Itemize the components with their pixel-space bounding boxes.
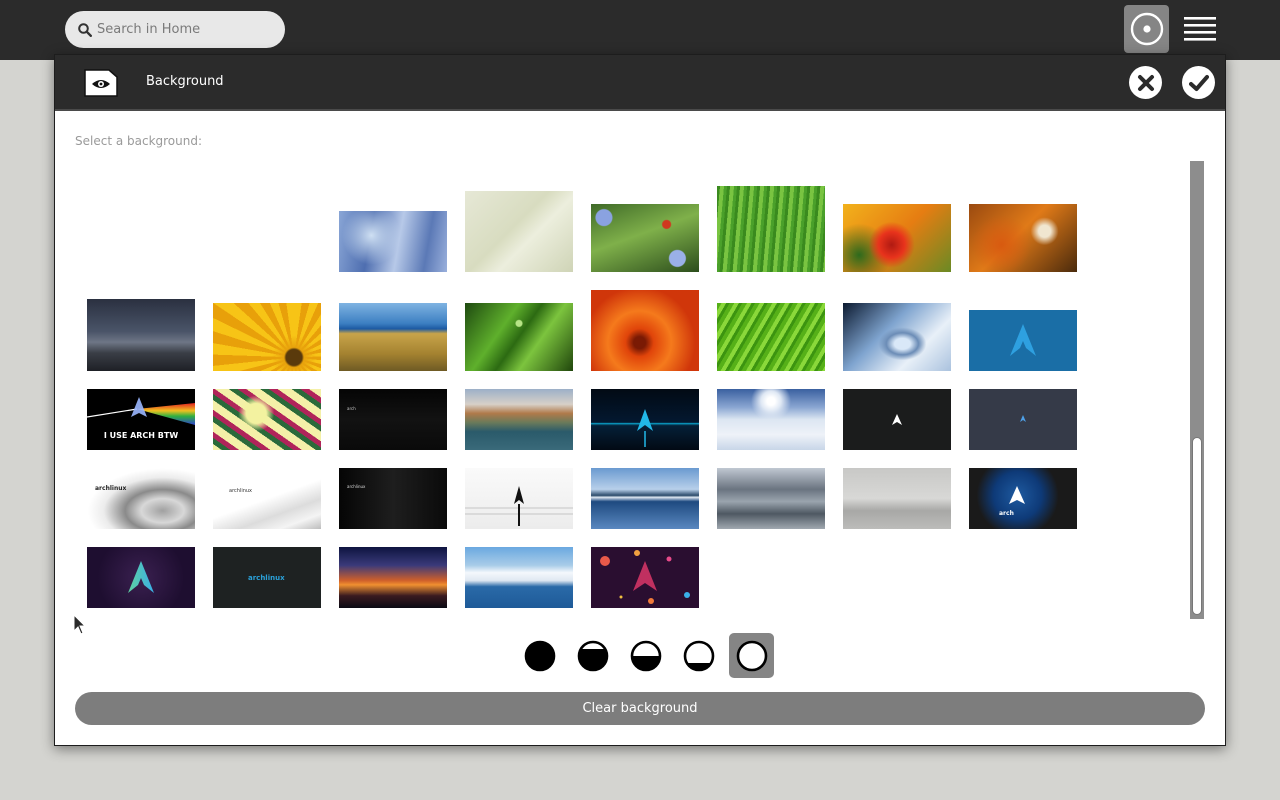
background-thumb[interactable] <box>87 299 195 371</box>
arch-logo <box>1020 415 1026 422</box>
arch-logo: archlinux <box>95 485 126 492</box>
cancel-button[interactable] <box>1129 66 1162 99</box>
thumb-caption: I USE ARCH BTW <box>104 431 179 440</box>
scrollbar-thumb[interactable] <box>1192 437 1202 615</box>
background-thumb[interactable] <box>213 389 321 450</box>
dim-button-dim-100[interactable] <box>729 633 774 678</box>
background-thumb[interactable]: archlinux <box>87 468 195 529</box>
background-thumb[interactable] <box>591 468 699 529</box>
dim-level-selector <box>517 633 774 679</box>
dim-level-icon <box>736 640 767 671</box>
background-thumb[interactable] <box>843 303 951 371</box>
background-thumb[interactable] <box>591 204 699 272</box>
arch-logo <box>1010 324 1036 356</box>
confirm-button[interactable] <box>1182 66 1215 99</box>
background-thumb[interactable] <box>843 204 951 272</box>
eye-document-icon <box>84 69 118 97</box>
clear-background-button[interactable]: Clear background <box>75 692 1205 725</box>
svg-text:archlinux: archlinux <box>347 484 366 489</box>
arch-logo: arch <box>999 486 1025 517</box>
dim-button-dim-50[interactable] <box>623 633 668 678</box>
dim-button-dim-25[interactable] <box>570 633 615 678</box>
background-thumb[interactable] <box>591 290 699 371</box>
background-grid: I USE ARCH BTW arch archlinux archlinux … <box>75 161 1190 619</box>
menu-icon <box>1184 17 1216 41</box>
background-thumb[interactable] <box>717 468 825 529</box>
dim-level-icon <box>524 640 555 671</box>
arch-logo <box>892 414 902 425</box>
arch-logo <box>637 409 653 447</box>
dim-button-dim-0[interactable] <box>517 633 562 678</box>
disc-icon <box>1130 12 1163 46</box>
arch-logo: archlinux <box>248 574 285 582</box>
check-icon <box>1188 74 1209 91</box>
svg-text:arch: arch <box>999 510 1014 517</box>
dim-level-icon <box>577 640 608 671</box>
arch-planets-art <box>600 550 690 604</box>
mouse-cursor-icon <box>73 614 87 635</box>
dialog-title: Background <box>146 74 224 89</box>
background-thumb[interactable] <box>213 303 321 371</box>
dim-level-icon <box>683 640 714 671</box>
background-thumb[interactable]: archlinux <box>339 468 447 529</box>
background-thumb[interactable] <box>969 204 1077 272</box>
background-thumb[interactable] <box>717 303 825 371</box>
arch-bridge-art <box>465 486 573 526</box>
background-thumb[interactable] <box>87 547 195 608</box>
dim-level-icon <box>630 640 661 671</box>
top-bar <box>0 0 1280 60</box>
background-thumb[interactable] <box>843 389 951 450</box>
background-thumb[interactable] <box>969 310 1077 371</box>
arch-logo <box>128 561 154 593</box>
background-thumb[interactable] <box>339 547 447 608</box>
search-box[interactable] <box>65 11 285 48</box>
background-thumb[interactable]: I USE ARCH BTW <box>86 389 195 450</box>
arch-logo: archlinux <box>347 484 366 489</box>
background-thumb[interactable]: archlinux <box>213 468 321 529</box>
background-thumb[interactable]: arch <box>339 389 447 450</box>
svg-text:archlinux: archlinux <box>229 488 252 494</box>
arch-logo: arch <box>347 406 356 411</box>
background-thumb[interactable] <box>465 303 573 371</box>
background-thumb[interactable] <box>717 389 825 450</box>
background-thumb[interactable] <box>465 389 573 450</box>
select-background-label: Select a background: <box>75 134 203 148</box>
background-thumb[interactable] <box>465 468 573 529</box>
search-input[interactable] <box>97 22 277 37</box>
background-thumb[interactable] <box>591 389 699 450</box>
dialog-header: Background <box>55 55 1225 111</box>
dim-button-dim-75[interactable] <box>676 633 721 678</box>
disc-button[interactable] <box>1124 5 1169 53</box>
background-thumb[interactable]: archlinux <box>213 547 321 608</box>
close-icon <box>1137 74 1154 91</box>
background-thumb[interactable] <box>339 303 447 371</box>
search-icon <box>78 22 92 37</box>
svg-text:archlinux: archlinux <box>248 574 285 582</box>
background-thumb[interactable] <box>969 389 1077 450</box>
menu-button[interactable] <box>1178 9 1222 49</box>
svg-text:arch: arch <box>347 406 356 411</box>
background-thumb[interactable] <box>339 211 447 272</box>
arch-prism-art: I USE ARCH BTW <box>86 397 195 440</box>
svg-text:archlinux: archlinux <box>95 485 126 492</box>
background-dialog: Background Select a background: I USE AR… <box>54 54 1226 746</box>
arch-logo: archlinux <box>229 488 252 494</box>
background-thumb[interactable] <box>591 547 699 608</box>
background-thumb[interactable] <box>717 186 825 272</box>
background-thumb[interactable]: arch <box>969 468 1077 529</box>
background-thumb[interactable] <box>465 191 573 272</box>
background-thumb[interactable] <box>843 468 951 529</box>
background-thumb[interactable] <box>465 547 573 608</box>
